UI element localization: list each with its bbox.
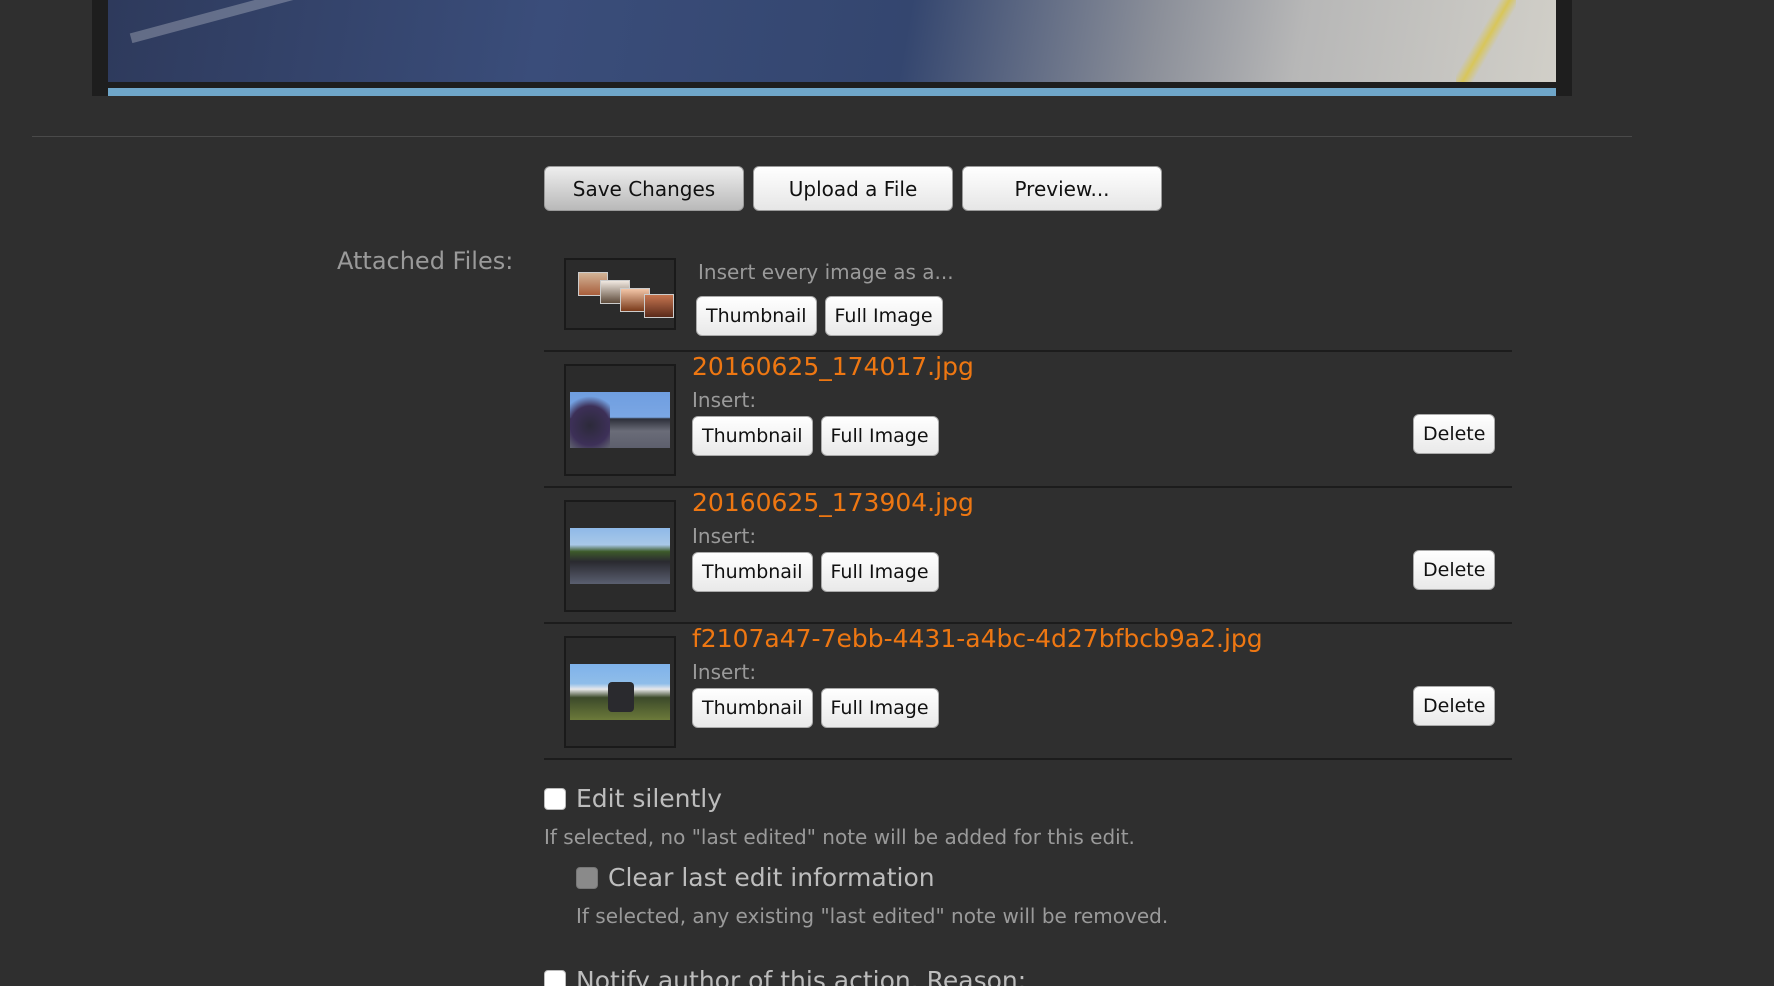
clear-last-edit-hint: If selected, any existing "last edited" … — [576, 904, 1169, 928]
attachment-filename-link[interactable]: 20160625_174017.jpg — [692, 352, 974, 381]
insert-thumbnail-button[interactable]: Thumbnail — [692, 688, 813, 728]
insert-all-text: Insert every image as a... — [698, 260, 954, 284]
insert-all-row: Insert every image as a... Thumbnail Ful… — [544, 240, 1512, 352]
preview-button[interactable]: Preview... — [962, 166, 1162, 211]
clear-last-edit-label[interactable]: Clear last edit information — [608, 863, 935, 892]
save-changes-button[interactable]: Save Changes — [544, 166, 744, 211]
clear-last-edit-checkbox[interactable] — [576, 866, 598, 889]
delete-attachment-button[interactable]: Delete — [1413, 550, 1496, 590]
attachment-filename-link[interactable]: 20160625_173904.jpg — [692, 488, 974, 517]
attachment-row: f2107a47-7ebb-4431-a4bc-4d27bfbcb9a2.jpg… — [544, 624, 1512, 760]
insert-all-thumbnail-button[interactable]: Thumbnail — [696, 296, 817, 336]
insert-full-image-button[interactable]: Full Image — [820, 552, 939, 592]
attachment-filename-link[interactable]: f2107a47-7ebb-4431-a4bc-4d27bfbcb9a2.jpg — [692, 624, 1263, 653]
attached-files-label: Attached Files: — [337, 247, 514, 275]
insert-label: Insert: — [692, 524, 757, 548]
attachment-thumbnail[interactable] — [564, 364, 676, 476]
notify-author-checkbox[interactable] — [544, 969, 566, 986]
edit-silently-label[interactable]: Edit silently — [576, 784, 722, 813]
delete-attachment-button[interactable]: Delete — [1413, 414, 1496, 454]
notify-author-option: Notify author of this action. Reason: — [544, 966, 1026, 986]
insert-label: Insert: — [692, 660, 757, 684]
editor-resize-bar[interactable] — [108, 88, 1556, 96]
attachment-row: 20160625_173904.jpg Insert: Thumbnail Fu… — [544, 488, 1512, 624]
embedded-photo — [108, 0, 1556, 82]
insert-label: Insert: — [692, 388, 757, 412]
photo-highlight — [129, 0, 307, 44]
notify-author-label[interactable]: Notify author of this action. Reason: — [576, 966, 1026, 986]
attachment-thumbnail[interactable] — [564, 500, 676, 612]
editor-actions: Save Changes Upload a File Preview... — [544, 166, 1162, 211]
attachment-thumbnail[interactable] — [564, 636, 676, 748]
insert-all-full-image-button[interactable]: Full Image — [824, 296, 943, 336]
insert-full-image-button[interactable]: Full Image — [820, 416, 939, 456]
edit-post-page: Save Changes Upload a File Preview... At… — [0, 0, 1774, 986]
insert-thumbnail-button[interactable]: Thumbnail — [692, 552, 813, 592]
attached-files-list: Insert every image as a... Thumbnail Ful… — [544, 240, 1512, 760]
edit-silently-checkbox[interactable] — [544, 787, 566, 810]
road-stripe — [1456, 0, 1516, 82]
editor-preview-frame — [92, 0, 1572, 96]
insert-full-image-button[interactable]: Full Image — [820, 688, 939, 728]
edit-options: Edit silently If selected, no "last edit… — [544, 784, 1344, 928]
section-divider — [32, 136, 1632, 137]
delete-attachment-button[interactable]: Delete — [1413, 686, 1496, 726]
upload-file-button[interactable]: Upload a File — [753, 166, 953, 211]
attachment-row: 20160625_174017.jpg Insert: Thumbnail Fu… — [544, 352, 1512, 488]
insert-thumbnail-button[interactable]: Thumbnail — [692, 416, 813, 456]
multi-image-icon — [564, 258, 676, 330]
edit-silently-hint: If selected, no "last edited" note will … — [544, 825, 1135, 849]
